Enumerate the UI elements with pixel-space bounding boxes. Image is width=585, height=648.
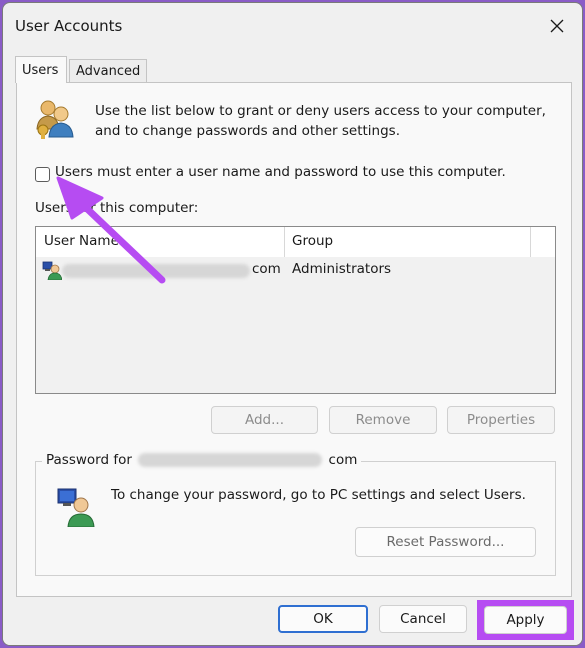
remove-user-button[interactable]: Remove <box>329 406 437 434</box>
password-group-legend: Password for com <box>42 452 362 468</box>
cancel-button[interactable]: Cancel <box>379 605 467 633</box>
close-button[interactable] <box>540 11 574 41</box>
change-password-text: To change your password, go to PC settin… <box>111 487 526 503</box>
user-group-value: Administrators <box>292 261 392 277</box>
window-title: User Accounts <box>15 17 123 35</box>
require-password-checkbox[interactable] <box>35 167 50 182</box>
user-accounts-window: User Accounts Users Advanced Use the lis… <box>2 2 583 646</box>
redacted-account-name <box>138 453 323 467</box>
highlight-arrow-icon <box>56 176 166 284</box>
column-divider <box>530 227 531 257</box>
tab-advanced[interactable]: Advanced <box>69 59 148 83</box>
column-group[interactable]: Group <box>292 233 333 249</box>
add-user-button[interactable]: Add... <box>211 406 318 434</box>
column-divider <box>284 227 285 257</box>
password-group: Password for com To change your password… <box>35 452 556 576</box>
password-legend-prefix: Password for <box>46 452 132 468</box>
user-password-icon <box>57 488 95 527</box>
ok-button[interactable]: OK <box>278 605 368 633</box>
reset-password-button[interactable]: Reset Password... <box>355 527 536 557</box>
user-name-suffix: com <box>252 261 281 277</box>
users-group-icon <box>36 100 74 139</box>
tab-users[interactable]: Users <box>15 56 67 83</box>
intro-text: Use the list below to grant or deny user… <box>95 103 546 139</box>
properties-button[interactable]: Properties <box>447 406 555 434</box>
close-icon <box>550 19 564 33</box>
apply-button[interactable]: Apply <box>484 606 567 634</box>
password-legend-suffix: com <box>328 452 358 468</box>
apply-highlight-box: Apply <box>477 600 574 640</box>
